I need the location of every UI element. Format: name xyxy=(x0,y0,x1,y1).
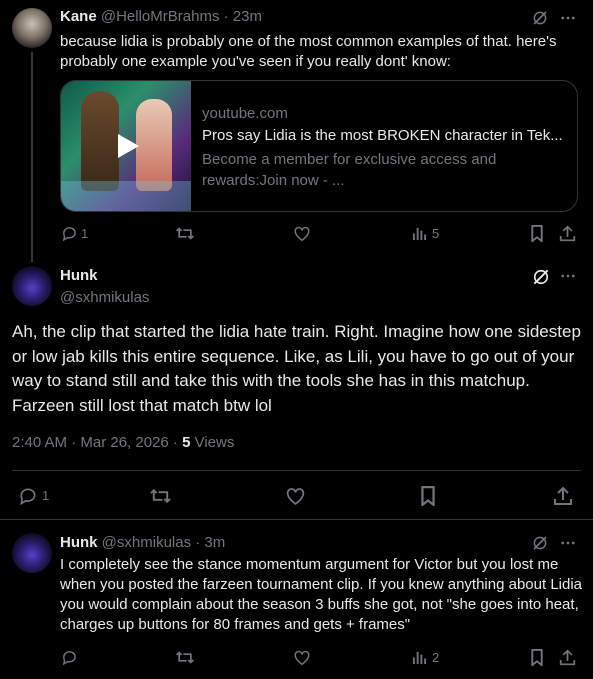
avatar[interactable] xyxy=(12,266,52,306)
reply-count: 1 xyxy=(42,488,50,503)
card-title[interactable]: Pros say Lidia is the most BROKEN charac… xyxy=(202,127,570,144)
retweet-icon[interactable] xyxy=(148,485,172,507)
views-icon[interactable] xyxy=(411,225,427,241)
share-icon[interactable] xyxy=(552,485,574,507)
grok-icon[interactable] xyxy=(530,533,550,553)
reply-icon[interactable] xyxy=(60,224,78,242)
like-icon[interactable] xyxy=(284,485,306,507)
thread-line xyxy=(31,52,33,262)
author-name[interactable]: Kane xyxy=(60,8,97,25)
card-domain: youtube.com xyxy=(202,105,288,122)
author-handle[interactable]: @HelloMrBrahms xyxy=(101,8,220,25)
like-icon[interactable] xyxy=(293,224,311,242)
retweet-icon[interactable] xyxy=(175,648,195,666)
play-icon[interactable] xyxy=(114,132,142,160)
avatar[interactable] xyxy=(12,533,52,573)
card-description: Become a member for exclusive access and… xyxy=(202,151,497,189)
tweet-time[interactable]: · 23m xyxy=(224,8,262,25)
retweet-icon[interactable] xyxy=(175,224,195,242)
grok-icon[interactable] xyxy=(530,266,552,288)
views-count: 2 xyxy=(432,650,440,665)
tweet-time[interactable]: · 3m xyxy=(195,534,225,551)
bookmark-icon[interactable] xyxy=(419,485,437,507)
more-icon[interactable] xyxy=(558,266,578,286)
author-handle[interactable]: @sxhmikulas xyxy=(60,289,149,306)
video-thumbnail[interactable] xyxy=(61,81,191,211)
author-handle[interactable]: @sxhmikulas xyxy=(102,534,191,551)
author-name[interactable]: Hunk xyxy=(60,534,98,551)
like-icon[interactable] xyxy=(293,648,311,666)
more-icon[interactable] xyxy=(558,533,578,553)
tweet-text: Ah, the clip that started the lidia hate… xyxy=(12,322,581,415)
more-icon[interactable] xyxy=(558,8,578,28)
tweet-text: I completely see the stance momentum arg… xyxy=(60,556,583,633)
views-icon[interactable] xyxy=(411,649,427,665)
share-icon[interactable] xyxy=(558,648,576,666)
divider xyxy=(0,519,593,520)
reply-icon[interactable] xyxy=(17,485,39,507)
author-name[interactable]: Hunk xyxy=(60,267,98,284)
bookmark-icon[interactable] xyxy=(529,224,545,242)
avatar[interactable] xyxy=(12,8,52,48)
views-label: Views xyxy=(190,434,235,451)
bookmark-icon[interactable] xyxy=(529,648,545,666)
tweet-timestamp[interactable]: 2:40 AM · Mar 26, 2026 · xyxy=(12,434,182,451)
grok-icon[interactable] xyxy=(530,8,550,28)
reply-count: 1 xyxy=(81,226,89,241)
reply-icon[interactable] xyxy=(60,648,78,666)
views-count: 5 xyxy=(432,226,440,241)
share-icon[interactable] xyxy=(558,224,576,242)
tweet-text: because lidia is probably one of the mos… xyxy=(60,33,557,70)
link-card[interactable]: youtube.com Pros say Lidia is the most B… xyxy=(60,80,578,212)
divider xyxy=(12,470,581,471)
